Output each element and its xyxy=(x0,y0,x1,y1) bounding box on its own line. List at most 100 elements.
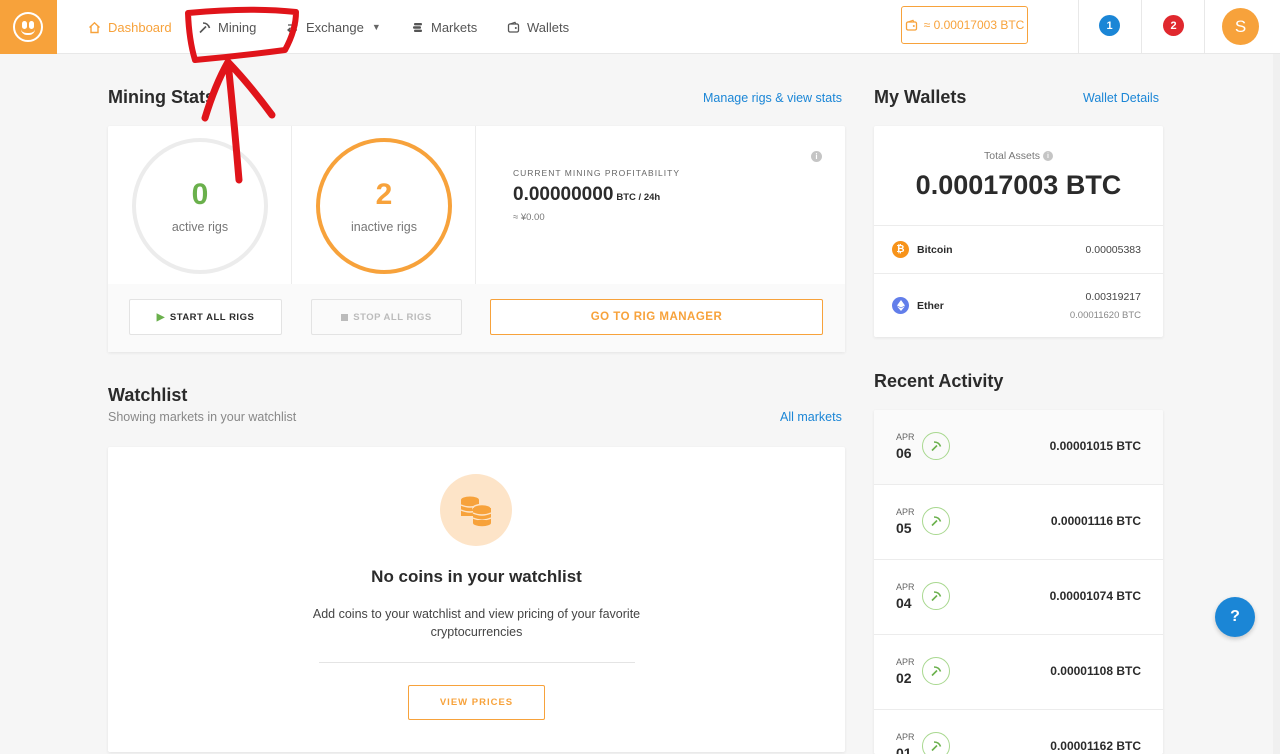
activity-day: 02 xyxy=(896,670,912,686)
rig-actions-bar: ▶ START ALL RIGS STOP ALL RIGS GO TO RIG… xyxy=(108,284,845,352)
scrollbar[interactable] xyxy=(1273,54,1280,754)
notification-badge-red[interactable]: 2 xyxy=(1163,15,1184,36)
home-icon xyxy=(87,20,101,34)
app-logo[interactable] xyxy=(0,0,57,54)
watchlist-divider xyxy=(319,662,635,663)
total-assets-caption: Total Assets i xyxy=(874,150,1163,162)
wallet-coin-name: Ether xyxy=(917,300,944,312)
info-icon[interactable]: i xyxy=(1042,151,1053,162)
activity-row[interactable]: APR 05 0.00001116 BTC xyxy=(874,485,1163,560)
activity-month: APR xyxy=(896,432,915,442)
wallet-icon xyxy=(506,20,520,34)
play-icon: ▶ xyxy=(156,311,165,323)
nav-divider xyxy=(1204,0,1205,54)
nav-markets-label: Markets xyxy=(431,19,478,35)
activity-amount: 0.00001074 BTC xyxy=(1049,589,1141,603)
profitability-unit: BTC / 24h xyxy=(616,192,661,203)
view-prices-button[interactable]: VIEW PRICES xyxy=(408,685,545,720)
info-icon[interactable]: i xyxy=(811,151,822,162)
profitability-caption: CURRENT MINING PROFITABILITY xyxy=(513,168,681,178)
balance-label: ≈ 0.00017003 BTC xyxy=(923,18,1025,32)
watchlist-card: No coins in your watchlist Add coins to … xyxy=(108,447,845,752)
nav-mining-label: Mining xyxy=(218,19,257,35)
inactive-rigs-cell: 2 inactive rigs xyxy=(292,126,476,284)
activity-month: APR xyxy=(896,507,915,517)
inactive-rigs-ring: 2 inactive rigs xyxy=(316,138,452,274)
all-markets-link[interactable]: All markets xyxy=(780,410,842,424)
coins-stack-icon xyxy=(440,474,512,546)
nav-wallets-label: Wallets xyxy=(527,19,570,35)
nav-dashboard[interactable]: Dashboard xyxy=(87,0,172,54)
nav-wallets[interactable]: Wallets xyxy=(506,0,569,54)
wallet-row-ether[interactable]: Ether 0.00319217 0.00011620 BTC xyxy=(874,273,1163,337)
activity-row[interactable]: APR 01 0.00001162 BTC xyxy=(874,710,1163,754)
top-navbar: Dashboard Mining Exchange ▼ Markets Wall… xyxy=(0,0,1280,54)
balance-button[interactable]: ≈ 0.00017003 BTC xyxy=(901,6,1028,44)
inactive-rigs-count: 2 xyxy=(375,178,393,211)
inactive-rigs-label: inactive rigs xyxy=(351,220,417,234)
active-rigs-label: active rigs xyxy=(171,220,229,234)
coins-stack-icon xyxy=(410,20,424,34)
activity-amount: 0.00001015 BTC xyxy=(1049,439,1141,453)
user-avatar[interactable]: S xyxy=(1222,8,1259,45)
stop-all-rigs-button[interactable]: STOP ALL RIGS xyxy=(311,299,462,335)
watchlist-title: Watchlist xyxy=(108,385,188,405)
activity-day: 06 xyxy=(896,445,912,461)
activity-month: APR xyxy=(896,657,915,667)
nav-divider xyxy=(1078,0,1079,54)
start-all-rigs-button[interactable]: ▶ START ALL RIGS xyxy=(129,299,282,335)
profitability-fiat: ≈ ¥0.00 xyxy=(513,212,545,223)
nav-mining[interactable]: Mining xyxy=(197,0,256,54)
wallet-icon xyxy=(905,19,918,32)
smiley-logo-icon xyxy=(13,12,43,42)
recent-activity-card: APR 06 0.00001015 BTC APR 05 0.00001116 … xyxy=(874,410,1163,754)
activity-month: APR xyxy=(896,582,915,592)
activity-day: 04 xyxy=(896,595,912,611)
wallet-coin-btc-value: 0.00011620 BTC xyxy=(1069,310,1141,321)
pickaxe-icon xyxy=(922,732,950,754)
wallet-row-bitcoin[interactable]: ₿ Bitcoin 0.00005383 xyxy=(874,225,1163,273)
activity-row[interactable]: APR 06 0.00001015 BTC xyxy=(874,410,1163,485)
pickaxe-icon xyxy=(922,582,950,610)
active-rigs-ring: 0 active rigs xyxy=(132,138,268,274)
watchlist-subtitle: Showing markets in your watchlist xyxy=(108,410,297,424)
stop-icon xyxy=(341,313,349,321)
activity-day: 05 xyxy=(896,520,912,536)
activity-month: APR xyxy=(896,732,915,742)
recent-activity-title: Recent Activity xyxy=(874,371,1004,391)
wallets-card: Total Assets i 0.00017003 BTC ₿ Bitcoin … xyxy=(874,126,1163,337)
wallet-coin-amount: 0.00005383 xyxy=(1085,244,1141,256)
help-button[interactable]: ? xyxy=(1215,597,1255,637)
active-rigs-count: 0 xyxy=(191,178,209,211)
chevron-down-icon: ▼ xyxy=(371,22,381,32)
nav-markets[interactable]: Markets xyxy=(410,0,477,54)
pickaxe-icon xyxy=(922,657,950,685)
nav-divider xyxy=(1141,0,1142,54)
nav-dashboard-label: Dashboard xyxy=(108,19,172,35)
pickaxe-icon xyxy=(197,20,211,34)
activity-amount: 0.00001162 BTC xyxy=(1050,739,1141,753)
mining-stats-card: 0 active rigs 2 inactive rigs CURRENT MI… xyxy=(108,126,845,352)
exchange-icon xyxy=(285,20,299,34)
pickaxe-icon xyxy=(922,507,950,535)
wallet-details-link[interactable]: Wallet Details xyxy=(1083,91,1159,105)
total-assets-value: 0.00017003 BTC xyxy=(915,170,1122,200)
active-rigs-cell: 0 active rigs xyxy=(108,126,292,284)
profitability-value: 0.00000000 BTC / 24h xyxy=(513,184,660,206)
stop-all-rigs-label: STOP ALL RIGS xyxy=(353,311,432,323)
activity-row[interactable]: APR 02 0.00001108 BTC xyxy=(874,635,1163,710)
activity-day: 01 xyxy=(896,745,912,754)
ether-icon xyxy=(892,297,909,314)
manage-rigs-link[interactable]: Manage rigs & view stats xyxy=(703,91,842,105)
activity-amount: 0.00001116 BTC xyxy=(1050,514,1141,528)
notification-badge-blue[interactable]: 1 xyxy=(1099,15,1120,36)
activity-amount: 0.00001108 BTC xyxy=(1050,664,1141,678)
bitcoin-icon: ₿ xyxy=(892,241,909,258)
my-wallets-title: My Wallets xyxy=(874,87,967,107)
pickaxe-icon xyxy=(922,432,950,460)
activity-row[interactable]: APR 04 0.00001074 BTC xyxy=(874,560,1163,635)
wallet-coin-name: Bitcoin xyxy=(917,244,953,256)
nav-exchange[interactable]: Exchange ▼ xyxy=(285,0,381,54)
go-to-rig-manager-button[interactable]: GO TO RIG MANAGER xyxy=(490,299,823,335)
nav-exchange-label: Exchange xyxy=(306,19,364,35)
